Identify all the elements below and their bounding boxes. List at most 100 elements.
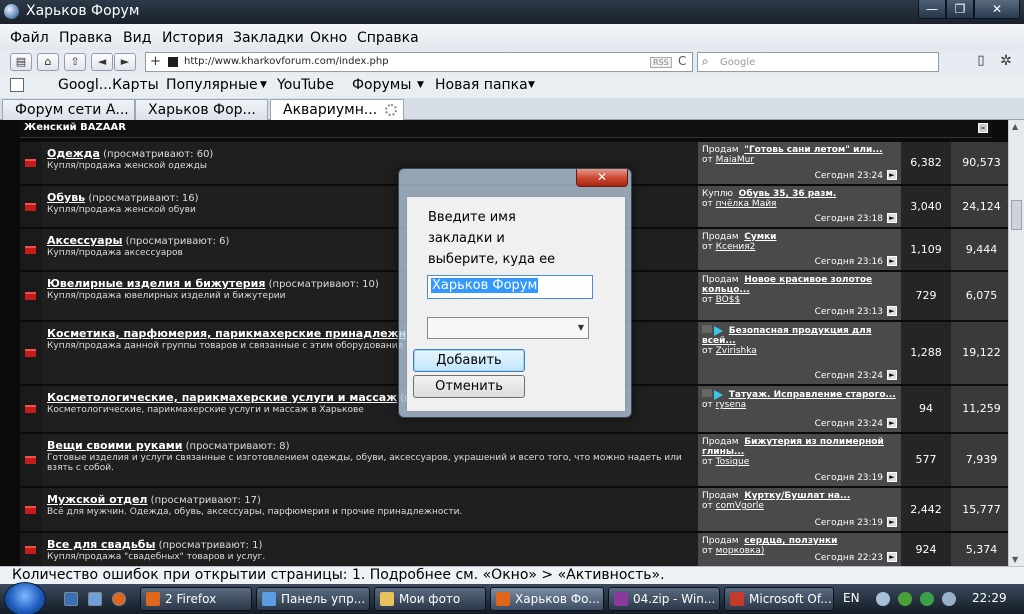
go-to-post-icon[interactable]: ► xyxy=(887,517,897,527)
page-menu-icon[interactable]: ▯ xyxy=(970,53,992,71)
start-button[interactable] xyxy=(4,582,46,614)
last-post-author-link[interactable]: rysena xyxy=(716,400,746,410)
menu-edit[interactable]: Правка xyxy=(59,30,112,46)
address-bar[interactable]: + http://www.kharkovforum.com/index.php … xyxy=(145,52,693,72)
bookmark-new-folder[interactable]: Новая папка xyxy=(435,77,528,93)
firefox-icon[interactable] xyxy=(112,592,126,606)
last-thread-link[interactable]: сердца, ползунки xyxy=(744,536,837,546)
last-thread-link[interactable]: Сумки xyxy=(744,232,776,242)
last-post-author-link[interactable]: морковка) xyxy=(716,546,765,556)
scrollbar-thumb[interactable] xyxy=(1011,200,1022,230)
menu-file[interactable]: Файл xyxy=(10,30,49,46)
folder-icon xyxy=(25,159,36,167)
last-thread-link[interactable]: Обувь 35, 36 разм. xyxy=(739,189,837,199)
last-post-date: Сегодня 23:19 xyxy=(814,473,883,483)
minimize-button[interactable]: — xyxy=(918,0,946,19)
menu-view[interactable]: Вид xyxy=(123,30,151,46)
tab-forum-network[interactable]: Форум сети А... xyxy=(2,99,135,120)
home-icon[interactable]: ⌂ xyxy=(37,53,59,71)
task-control-panel[interactable]: Панель упр... xyxy=(256,587,370,611)
url-text[interactable]: http://www.kharkovforum.com/index.php xyxy=(184,56,389,67)
back-button[interactable]: ◄ xyxy=(91,53,113,71)
gear-icon[interactable]: ✲ xyxy=(995,53,1017,71)
show-desktop-icon[interactable] xyxy=(64,592,78,606)
forum-name-link[interactable]: Обувь xyxy=(47,191,85,204)
menu-window[interactable]: Окно xyxy=(310,30,347,46)
last-post-author-link[interactable]: Ксения2 xyxy=(716,242,756,252)
forum-name-link[interactable]: Одежда xyxy=(47,147,100,160)
last-thread-link[interactable]: Безопасная продукция для всей... xyxy=(702,326,872,346)
scroll-down-icon[interactable]: ▼ xyxy=(1012,555,1018,564)
task-my-photos[interactable]: Мои фото xyxy=(374,587,486,611)
last-post-author-link[interactable]: BO$$ xyxy=(716,295,741,305)
switch-windows-icon[interactable] xyxy=(88,592,102,606)
bookmark-google-maps[interactable]: Googl...Карты xyxy=(58,77,159,93)
last-post-cell: Продам Сумки от Ксения2 Сегодня 23:16 ► xyxy=(698,229,901,270)
clock[interactable]: 22:29 xyxy=(972,591,1007,605)
scroll-up-icon[interactable]: ▲ xyxy=(1012,122,1018,131)
search-input[interactable]: ⌕ Google xyxy=(697,52,939,72)
reload-icon[interactable]: C xyxy=(678,54,686,68)
rss-icon[interactable]: RSS xyxy=(650,57,672,68)
topics-count-cell: 6,382 xyxy=(901,142,951,184)
last-post-author-link[interactable]: comVgorle xyxy=(716,501,764,511)
add-button[interactable]: Добавить xyxy=(413,349,525,372)
add-bookmark-icon[interactable]: + xyxy=(150,54,161,69)
bookmark-popular[interactable]: Популярные xyxy=(166,77,258,93)
forum-name-link[interactable]: Ювелирные изделия и бижутерия xyxy=(47,277,265,290)
tab-kharkov-forum[interactable]: Харьков Фор... xyxy=(135,99,268,120)
tray-network-icon[interactable] xyxy=(920,592,934,606)
last-post-date: Сегодня 23:24 xyxy=(814,371,883,381)
bookmark-folder-select[interactable]: ▼ xyxy=(427,317,589,339)
last-post-author-link[interactable]: Tosique xyxy=(716,457,750,467)
page-scrollbar[interactable]: ▲ ▼ xyxy=(1008,120,1024,566)
forum-name-link[interactable]: Косметологические, парикмахерские услуги… xyxy=(47,391,397,404)
task-harkov[interactable]: Харьков Фо... xyxy=(490,587,604,611)
go-to-post-icon[interactable]: ► xyxy=(887,306,897,316)
forum-name-link[interactable]: Все для свадьбы xyxy=(47,538,155,551)
go-to-post-icon[interactable]: ► xyxy=(887,170,897,180)
go-to-post-icon[interactable]: ► xyxy=(887,213,897,223)
go-to-post-icon[interactable]: ► xyxy=(887,472,897,482)
language-indicator[interactable]: EN xyxy=(843,591,860,605)
bookmark-forums[interactable]: Форумы xyxy=(352,77,411,93)
print-icon[interactable]: ▤ xyxy=(10,53,32,71)
go-to-post-icon[interactable]: ► xyxy=(887,552,897,562)
go-to-post-icon[interactable]: ► xyxy=(887,418,897,428)
dialog-close-button[interactable]: ✕ xyxy=(576,169,628,187)
menu-help[interactable]: Справка xyxy=(357,30,419,46)
menu-history[interactable]: История xyxy=(162,30,223,46)
forward-button[interactable]: ► xyxy=(114,53,136,71)
tab-aquarium[interactable]: Аквариумн... xyxy=(270,99,404,120)
last-post-author-link[interactable]: Zvirishka xyxy=(716,346,757,356)
last-post-author-link[interactable]: пчёлка Майя xyxy=(716,199,777,209)
tray-volume-icon[interactable] xyxy=(942,592,956,606)
forum-name-link[interactable]: Аксессуары xyxy=(47,234,122,247)
last-thread-link[interactable]: Куртку/Бушлат на... xyxy=(744,491,850,501)
bookmarks-menu-icon[interactable] xyxy=(10,78,24,92)
collapse-icon[interactable]: – xyxy=(978,123,988,133)
menu-bookmarks[interactable]: Закладки xyxy=(233,30,304,46)
forum-name-link[interactable]: Вещи своими руками xyxy=(47,439,182,452)
upload-icon[interactable]: ⇧ xyxy=(64,53,86,71)
tray-antivirus-icon[interactable] xyxy=(898,592,912,606)
last-thread-link[interactable]: Татуаж. Исправление старого... xyxy=(729,390,896,400)
forum-name-link[interactable]: Косметика, парфюмерия, парикмахерские пр… xyxy=(47,327,427,340)
bookmark-youtube[interactable]: YouTube xyxy=(277,77,334,93)
cancel-button[interactable]: Отменить xyxy=(413,375,525,398)
last-post-cell: Продам Бижутерия из полимерной глины... о… xyxy=(698,434,901,486)
forum-name-link[interactable]: Мужской отдел xyxy=(47,493,147,506)
task-zip[interactable]: 04.zip - Win... xyxy=(608,587,720,611)
go-to-post-icon[interactable]: ► xyxy=(887,256,897,266)
folder-icon xyxy=(25,349,36,357)
last-post-author-link[interactable]: MaiaMur xyxy=(716,155,754,165)
go-to-post-icon[interactable]: ► xyxy=(887,370,897,380)
task-firefox[interactable]: 2 Firefox xyxy=(140,587,252,611)
task-microsoft-office[interactable]: Microsoft Of... xyxy=(724,587,834,611)
close-window-button[interactable]: ✕ xyxy=(974,0,1020,19)
last-post-date: Сегодня 23:19 xyxy=(814,518,883,528)
bookmark-name-input[interactable]: Харьков Форум xyxy=(427,275,593,299)
maximize-button[interactable]: ❐ xyxy=(946,0,974,19)
last-thread-link[interactable]: "Готовь сани летом" или... xyxy=(744,145,882,155)
tray-arrow-icon[interactable] xyxy=(876,592,890,606)
